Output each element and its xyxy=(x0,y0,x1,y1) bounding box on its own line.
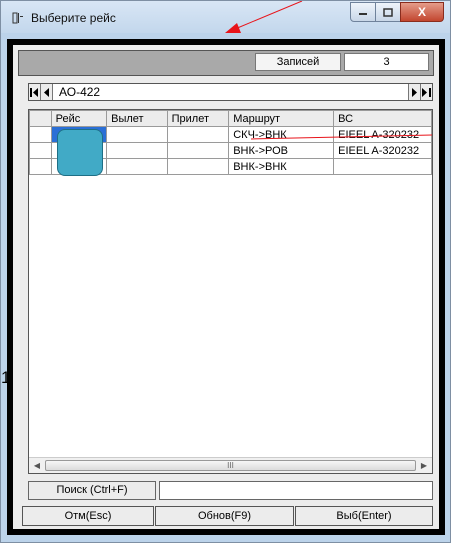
maximize-icon xyxy=(383,7,393,17)
departure-cell[interactable] xyxy=(106,126,168,143)
route-cell[interactable]: ВНК->ВНК xyxy=(228,158,335,175)
departure-cell[interactable] xyxy=(106,158,168,175)
route-cell[interactable]: ВНК->РОВ xyxy=(228,142,335,159)
arrival-cell[interactable] xyxy=(166,142,230,159)
column-header-departure[interactable]: Вылет xyxy=(106,110,168,127)
window-title: Выберите рейс xyxy=(31,11,116,25)
side-number: 1 xyxy=(1,368,11,387)
minimize-button[interactable] xyxy=(350,2,376,22)
first-record-icon[interactable] xyxy=(29,84,41,100)
scroll-left-icon[interactable]: ◀ xyxy=(29,458,45,473)
next-record-icon[interactable] xyxy=(408,84,420,100)
records-label: Записей xyxy=(255,53,341,71)
column-header-route[interactable]: Маршрут xyxy=(228,110,335,127)
dialog-window: Выберите рейс X Записей 3 АО-422 Рейс Вы… xyxy=(0,0,451,543)
flights-grid[interactable]: Рейс Вылет Прилет Маршрут ВС СКЧ->ВНК EI… xyxy=(28,109,433,474)
column-header-indicator xyxy=(29,110,52,127)
aircraft-cell[interactable] xyxy=(333,158,432,175)
scroll-thumb[interactable]: III xyxy=(45,460,416,471)
minimize-icon xyxy=(359,13,367,15)
search-button[interactable]: Поиск (Ctrl+F) xyxy=(28,481,156,500)
cancel-button[interactable]: Отм(Esc) xyxy=(22,506,154,526)
column-header-arrival[interactable]: Прилет xyxy=(166,110,230,127)
horizontal-scrollbar[interactable]: ◀ III ▶ xyxy=(29,457,432,473)
close-button[interactable]: X xyxy=(400,2,444,22)
current-flight: АО-422 xyxy=(59,85,101,99)
arrival-cell[interactable] xyxy=(166,126,230,143)
aircraft-cell[interactable]: EIEEL A-320232 xyxy=(333,126,432,143)
column-header-flight[interactable]: Рейс xyxy=(50,110,108,127)
arrival-cell[interactable] xyxy=(166,158,230,175)
close-icon: X xyxy=(417,5,426,19)
row-indicator xyxy=(29,142,52,159)
aircraft-cell[interactable]: EIEEL A-320232 xyxy=(333,142,432,159)
row-indicator xyxy=(29,126,52,143)
title-bar[interactable]: Выберите рейс X xyxy=(1,1,450,33)
scroll-right-icon[interactable]: ▶ xyxy=(416,458,432,473)
last-record-icon[interactable] xyxy=(420,84,432,100)
pointer-highlight-icon xyxy=(57,129,103,176)
records-count: 3 xyxy=(344,53,429,71)
select-button[interactable]: Выб(Enter) xyxy=(295,506,433,526)
maximize-button[interactable] xyxy=(375,2,401,22)
row-indicator xyxy=(29,158,52,175)
route-cell[interactable]: СКЧ->ВНК xyxy=(228,126,335,143)
table-header: Рейс Вылет Прилет Маршрут ВС xyxy=(29,110,432,127)
prev-record-icon[interactable] xyxy=(41,84,53,100)
app-icon xyxy=(12,12,23,24)
record-navigator: АО-422 xyxy=(28,83,433,101)
column-header-aircraft[interactable]: ВС xyxy=(333,110,432,127)
search-input[interactable] xyxy=(159,481,433,500)
departure-cell[interactable] xyxy=(106,142,168,159)
refresh-button[interactable]: Обнов(F9) xyxy=(155,506,294,526)
